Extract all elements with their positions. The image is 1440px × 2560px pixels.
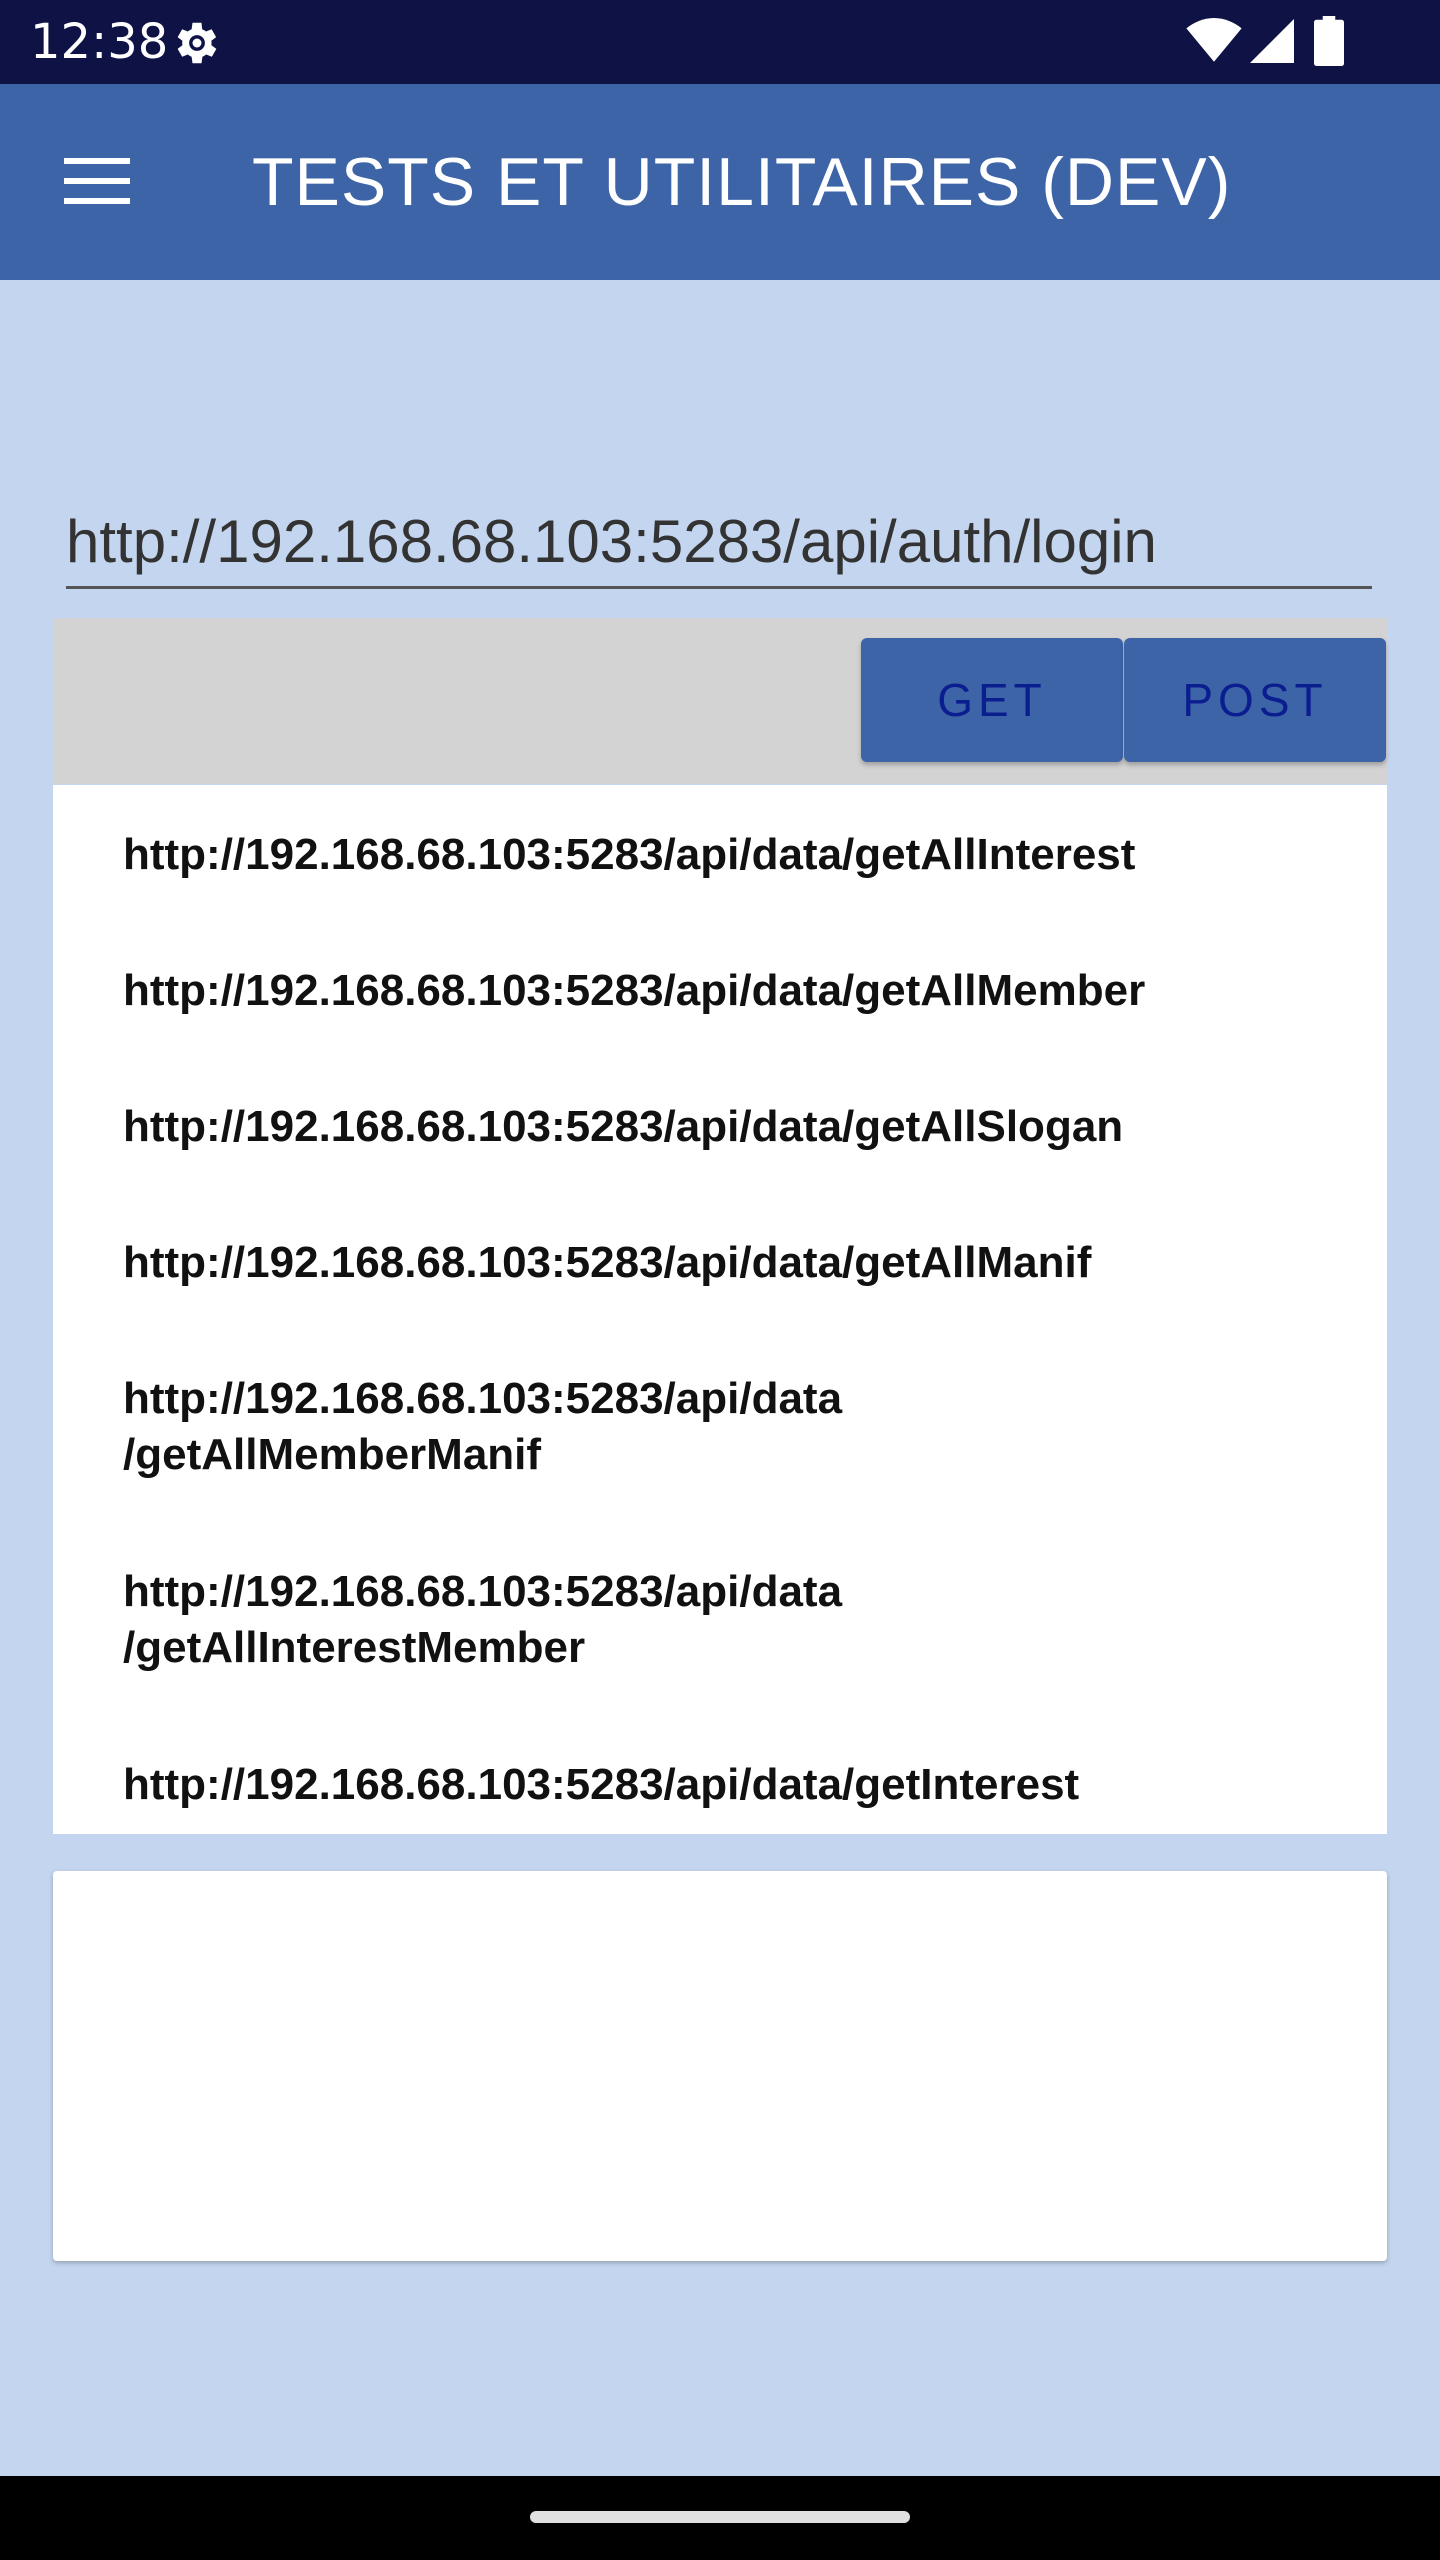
response-output: [53, 1871, 1387, 2261]
navigation-bar: [0, 2476, 1440, 2560]
endpoint-item[interactable]: http://192.168.68.103:5283/api/data /get…: [123, 1564, 983, 1676]
request-toolbar: GET POST: [53, 618, 1387, 784]
home-handle[interactable]: [530, 2511, 910, 2523]
cell-signal-icon: [1250, 19, 1294, 63]
endpoint-item[interactable]: http://192.168.68.103:5283/api/data/getI…: [123, 1757, 1323, 1813]
get-button[interactable]: GET: [861, 638, 1123, 762]
menu-icon[interactable]: [64, 156, 130, 206]
page-title: TESTS ET UTILITAIRES (DEV): [252, 144, 1232, 220]
status-time: 12:38: [30, 14, 169, 70]
battery-icon: [1314, 16, 1344, 66]
post-button[interactable]: POST: [1124, 638, 1386, 762]
app-bar: TESTS ET UTILITAIRES (DEV): [0, 84, 1440, 280]
endpoint-item[interactable]: http://192.168.68.103:5283/api/data/getA…: [123, 1235, 1323, 1291]
endpoint-item[interactable]: http://192.168.68.103:5283/api/data/getA…: [123, 1099, 1323, 1155]
url-input[interactable]: [66, 496, 1372, 589]
wifi-icon: [1186, 18, 1242, 62]
gear-icon: [177, 22, 217, 64]
endpoint-item[interactable]: http://192.168.68.103:5283/api/data /get…: [123, 1371, 983, 1483]
status-bar: 12:38: [0, 0, 1440, 84]
endpoint-list: http://192.168.68.103:5283/api/data/getA…: [53, 785, 1387, 1834]
endpoint-item[interactable]: http://192.168.68.103:5283/api/data/getA…: [123, 963, 1323, 1019]
endpoint-item[interactable]: http://192.168.68.103:5283/api/data/getA…: [123, 827, 1323, 883]
